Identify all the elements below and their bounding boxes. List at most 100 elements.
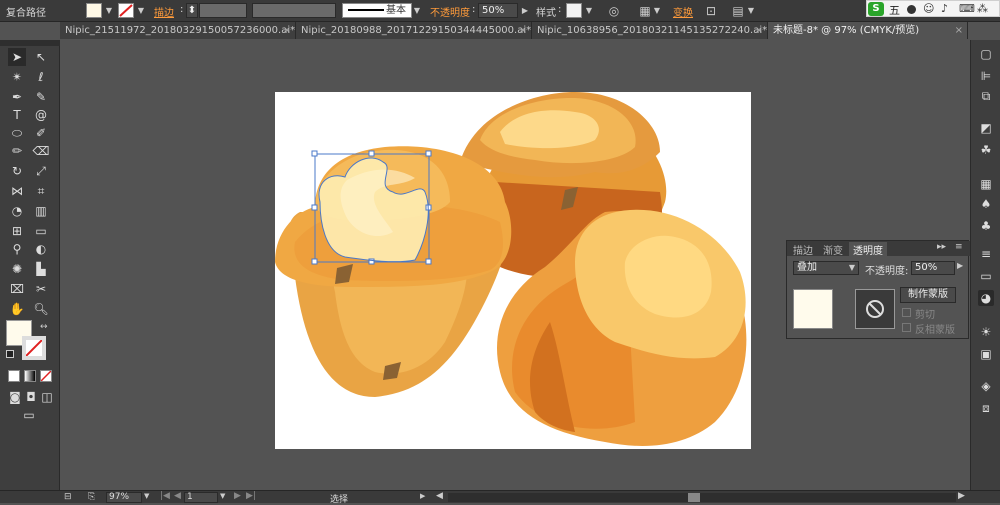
blend-tool-icon[interactable]: ◐ [32, 240, 50, 258]
opacity-slider-arrow-icon[interactable]: ▶ [957, 261, 963, 270]
symbol-sprayer-tool-icon[interactable]: ✺ [8, 260, 26, 278]
horizontal-scrollbar[interactable] [448, 493, 956, 502]
artboard-number-field[interactable]: 1 [184, 492, 218, 503]
align-dropdown-icon[interactable]: ▼ [652, 4, 662, 18]
stroke-color-box[interactable] [22, 336, 46, 360]
pathfinder-icon[interactable]: ⧉ [978, 88, 994, 104]
zoom-tool-icon[interactable]: 🔍︎ [32, 300, 50, 318]
zoom-field[interactable]: 97% [106, 492, 142, 503]
opacity-field[interactable]: 50% [478, 3, 518, 18]
graphic-style-swatch[interactable] [566, 3, 582, 18]
scroll-left-icon[interactable]: ◀ [436, 491, 443, 501]
recolor-artwork-icon[interactable]: ◎ [606, 3, 622, 19]
eyedropper-tool-icon[interactable]: ⚲ [8, 240, 26, 258]
stroke-weight-field[interactable] [199, 3, 247, 18]
close-icon[interactable]: × [519, 22, 527, 39]
artboard-dropdown-icon[interactable]: ▼ [220, 492, 225, 500]
brush-dropdown-icon[interactable]: ▼ [412, 4, 422, 18]
panel-options-icon[interactable]: ▤ [730, 3, 746, 19]
type-tool-icon[interactable]: T [8, 106, 26, 124]
curvature-tool-icon[interactable]: ✎ [32, 88, 50, 106]
artboards-icon[interactable]: ⧈ [978, 400, 994, 416]
scale-tool-icon[interactable]: ⤢ [32, 162, 50, 180]
fill-dropdown-icon[interactable]: ▼ [104, 4, 114, 18]
zoom-field-icon[interactable]: ⊟ [64, 492, 72, 502]
graphic-styles-icon[interactable]: ▣ [978, 346, 994, 362]
tab-document-active[interactable]: 未标题-8* @ 97% (CMYK/预览) × [768, 22, 968, 39]
align-panel-icon[interactable]: ⊫ [978, 68, 994, 84]
fill-swatch[interactable] [86, 3, 102, 18]
magic-wand-tool-icon[interactable]: ✴ [8, 68, 26, 86]
pen-tool-icon[interactable]: ✒ [8, 88, 26, 106]
gradient-mode-icon[interactable] [24, 370, 36, 382]
default-colors-icon[interactable] [6, 350, 14, 358]
first-artboard-icon[interactable]: |◀ [160, 491, 170, 501]
transform-link[interactable]: 变换 [673, 4, 693, 19]
zoom-dropdown-icon[interactable]: ▼ [144, 492, 149, 500]
object-thumbnail[interactable] [793, 289, 833, 329]
stroke-dropdown-icon[interactable]: ▼ [136, 4, 146, 18]
pencil-tool-icon[interactable]: ✏ [8, 142, 26, 160]
layers-icon[interactable]: ◈ [978, 378, 994, 394]
close-icon[interactable]: × [283, 22, 291, 39]
status-menu-icon[interactable]: ▶ [420, 492, 425, 500]
club-symbol-icon[interactable]: ♣ [978, 218, 994, 234]
perspective-grid-tool-icon[interactable]: ▥ [32, 202, 50, 220]
collapse-panel-icon[interactable]: ▸▸ [937, 242, 946, 252]
color-guide-icon[interactable]: ◩ [978, 120, 994, 136]
none-mode-icon[interactable] [40, 370, 52, 382]
voice-icon[interactable]: ♪ [941, 2, 948, 15]
stroke-swatch[interactable] [118, 3, 134, 18]
stroke-link[interactable]: 描边 [154, 4, 174, 19]
gradient-tool-icon[interactable]: ▭ [32, 222, 50, 240]
punctuation-icon[interactable] [907, 5, 916, 14]
panel-menu-icon[interactable]: ≡ [955, 242, 963, 252]
scroll-right-icon[interactable]: ▶ [958, 491, 965, 501]
stroke-panel-icon[interactable]: ≡ [978, 246, 994, 262]
hand-tool-icon[interactable]: ✋ [8, 300, 26, 318]
stroke-weight-stepper[interactable]: ⬍ [186, 3, 198, 18]
opacity-dropdown-icon[interactable]: ▶ [520, 4, 530, 18]
next-artboard-icon[interactable]: ▶ [234, 491, 241, 501]
swap-colors-icon[interactable]: ↔ [40, 322, 48, 332]
opacity-input[interactable]: 50% [911, 261, 955, 275]
tab-document-1[interactable]: Nipic_21511972_20180329150057236000.ai* × [60, 22, 296, 39]
tab-document-2[interactable]: Nipic_20180988_20171229150344445000.ai* × [296, 22, 532, 39]
tab-gradient[interactable]: 渐变 [823, 242, 843, 257]
scrollbar-thumb[interactable] [688, 493, 700, 502]
invert-mask-checkbox[interactable] [902, 323, 911, 332]
screen-mode-icon[interactable]: ▭ [18, 406, 40, 424]
mesh-tool-icon[interactable]: ⊞ [8, 222, 26, 240]
selection-tool-icon[interactable]: ➤ [8, 48, 26, 66]
mask-thumbnail[interactable] [855, 289, 895, 329]
free-transform-tool-icon[interactable]: ⌗ [32, 182, 50, 200]
make-mask-button[interactable]: 制作蒙版 [900, 287, 956, 303]
lasso-tool-icon[interactable]: ℓ [32, 68, 50, 86]
eraser-tool-icon[interactable]: ⌫ [32, 142, 50, 160]
column-graph-tool-icon[interactable]: ▙ [32, 260, 50, 278]
transparency-panel-icon[interactable]: ◕ [978, 290, 994, 306]
emoji-icon[interactable]: ☺ [923, 2, 934, 15]
panel-options-dropdown-icon[interactable]: ▼ [746, 4, 756, 18]
color-mode-icon[interactable] [8, 370, 20, 382]
artboard-tool-icon[interactable]: ⌧ [8, 280, 26, 298]
appearance-icon[interactable]: ☀ [978, 324, 994, 340]
artboard[interactable] [275, 92, 751, 449]
gradient-panel-icon[interactable]: ▭ [978, 268, 994, 284]
ime-mode-label[interactable]: 五 [889, 2, 900, 18]
paintbrush-tool-icon[interactable]: ✐ [32, 124, 50, 142]
properties-icon[interactable]: ▢ [978, 46, 994, 62]
close-icon[interactable]: × [755, 22, 763, 39]
clip-checkbox[interactable] [902, 308, 911, 317]
tab-stroke[interactable]: 描边 [793, 242, 813, 257]
opacity-link[interactable]: 不透明度 [430, 4, 470, 19]
align-icon[interactable]: ▦ [637, 3, 653, 19]
share-icon[interactable]: ⎘ [88, 492, 95, 502]
width-tool-icon[interactable]: ⋈ [8, 182, 26, 200]
symbols-icon[interactable]: ♠ [978, 196, 994, 212]
front-muffin[interactable] [275, 146, 512, 397]
brush-definition-field[interactable]: 基本 [342, 3, 412, 18]
variable-width-profile[interactable] [252, 3, 336, 18]
keyboard-icon[interactable]: ⌨ [959, 2, 975, 15]
prev-artboard-icon[interactable]: ◀ [174, 491, 181, 501]
